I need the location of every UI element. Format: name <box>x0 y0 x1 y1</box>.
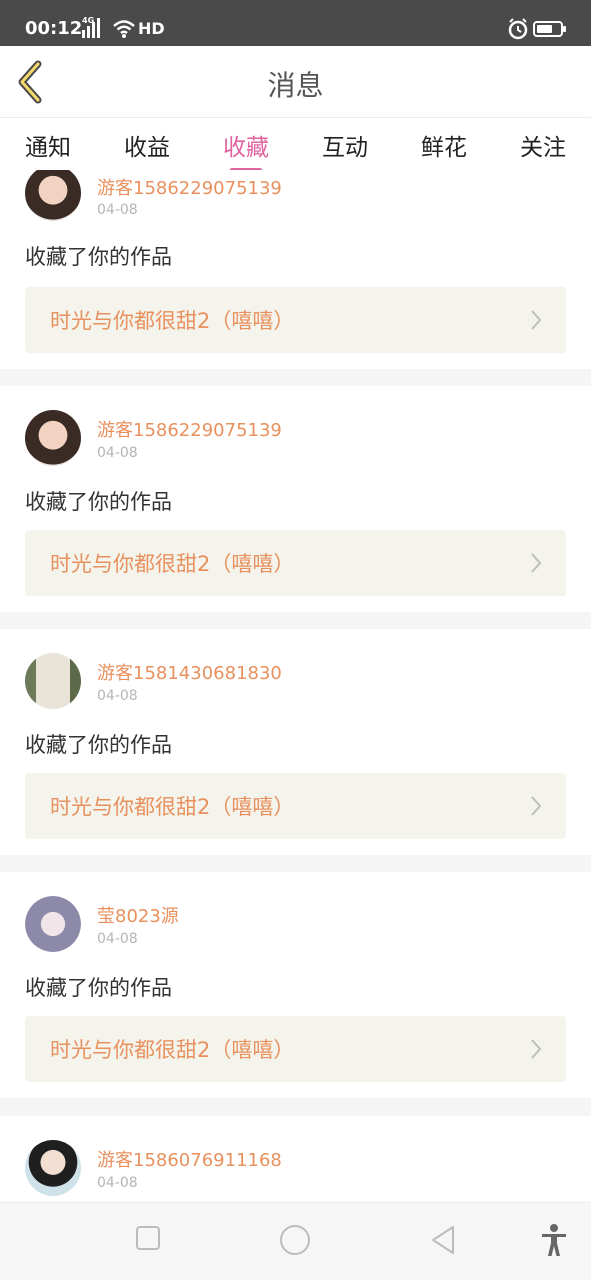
list-item: 莹8023源 04-08 收藏了你的作品 时光与你都很甜2（嘻嘻） <box>0 872 591 1098</box>
signal-icon: 4G <box>82 16 100 38</box>
circle-nav-icon[interactable] <box>279 1224 311 1256</box>
username[interactable]: 游客1586229075139 <box>97 174 282 200</box>
wifi-icon <box>113 20 135 38</box>
tab-notifications[interactable]: 通知 <box>8 128 88 162</box>
favorites-feed[interactable]: 游客1586229075139 04-08 收藏了你的作品 时光与你都很甜2（嘻… <box>0 170 591 1202</box>
chevron-right-icon <box>531 310 542 330</box>
action-text: 收藏了你的作品 <box>25 490 172 514</box>
chevron-right-icon <box>531 796 542 816</box>
work-link[interactable]: 时光与你都很甜2（嘻嘻） <box>25 530 566 596</box>
action-text: 收藏了你的作品 <box>25 245 172 269</box>
action-text: 收藏了你的作品 <box>25 733 172 757</box>
system-nav-bar <box>0 1202 591 1280</box>
username[interactable]: 莹8023源 <box>97 902 179 928</box>
battery-icon <box>533 21 566 37</box>
work-title: 时光与你都很甜2（嘻嘻） <box>50 309 295 333</box>
item-date: 04-08 <box>97 688 138 704</box>
tab-label: 通知 <box>25 135 71 161</box>
tab-label: 收藏 <box>223 135 269 161</box>
avatar[interactable] <box>25 896 81 952</box>
list-item: 游客1586229075139 04-08 收藏了你的作品 时光与你都很甜2（嘻… <box>0 170 591 369</box>
accessibility-icon[interactable] <box>540 1223 568 1257</box>
avatar[interactable] <box>25 653 81 709</box>
avatar[interactable] <box>25 1140 81 1196</box>
tab-label: 收益 <box>124 135 170 161</box>
avatar[interactable] <box>25 170 81 221</box>
tab-interactions[interactable]: 互动 <box>305 128 385 162</box>
tab-following[interactable]: 关注 <box>503 128 583 162</box>
list-item: 游客1581430681830 04-08 收藏了你的作品 时光与你都很甜2（嘻… <box>0 629 591 855</box>
chevron-right-icon <box>531 553 542 573</box>
tab-bar: 通知 收益 收藏 互动 鲜花 关注 <box>0 118 591 172</box>
item-date: 04-08 <box>97 202 138 218</box>
alarm-icon <box>508 18 528 40</box>
list-item: 游客1586229075139 04-08 收藏了你的作品 时光与你都很甜2（嘻… <box>0 386 591 612</box>
action-text: 收藏了你的作品 <box>25 976 172 1000</box>
network-type: 4G <box>82 16 95 25</box>
work-link[interactable]: 时光与你都很甜2（嘻嘻） <box>25 1016 566 1082</box>
hd-indicator: HD <box>138 19 165 38</box>
username[interactable]: 游客1586076911168 <box>97 1146 282 1172</box>
tab-label: 关注 <box>520 135 566 161</box>
work-title: 时光与你都很甜2（嘻嘻） <box>50 552 295 576</box>
tab-label: 鲜花 <box>421 135 467 161</box>
work-title: 时光与你都很甜2（嘻嘻） <box>50 1038 295 1062</box>
username[interactable]: 游客1581430681830 <box>97 659 282 685</box>
avatar[interactable] <box>25 410 81 466</box>
status-time: 00:12 <box>25 18 83 39</box>
username[interactable]: 游客1586229075139 <box>97 416 282 442</box>
tab-earnings[interactable]: 收益 <box>107 128 187 162</box>
chevron-right-icon <box>531 1039 542 1059</box>
work-link[interactable]: 时光与你都很甜2（嘻嘻） <box>25 773 566 839</box>
tab-flowers[interactable]: 鲜花 <box>404 128 484 162</box>
list-item: 游客1586076911168 04-08 <box>0 1116 591 1202</box>
work-link[interactable]: 时光与你都很甜2（嘻嘻） <box>25 287 566 353</box>
triangle-back-nav-icon[interactable] <box>429 1225 457 1255</box>
work-title: 时光与你都很甜2（嘻嘻） <box>50 795 295 819</box>
tab-favorites[interactable]: 收藏 <box>206 128 286 172</box>
item-date: 04-08 <box>97 931 138 947</box>
item-date: 04-08 <box>97 445 138 461</box>
item-date: 04-08 <box>97 1175 138 1191</box>
page-title: 消息 <box>267 69 324 102</box>
status-bar: 00:12 4G HD <box>0 0 591 46</box>
square-nav-icon[interactable] <box>135 1225 161 1251</box>
tab-label: 互动 <box>322 135 368 161</box>
header-bar: 消息 <box>0 46 591 118</box>
